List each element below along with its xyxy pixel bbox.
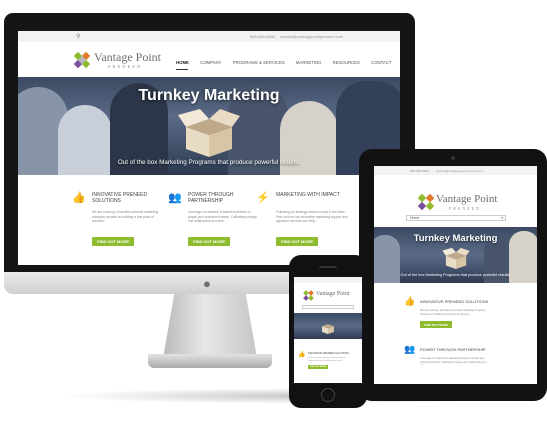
lightning-icon: ⚡ bbox=[256, 192, 270, 204]
logo-mark-icon[interactable] bbox=[417, 193, 435, 211]
tablet-site: 888-888-8888 contact@vantagepointpreneed… bbox=[374, 166, 537, 384]
ipad-camera bbox=[451, 156, 455, 160]
nav-home[interactable]: HOME bbox=[176, 60, 189, 65]
phone-hero bbox=[294, 313, 362, 339]
top-bar: ⚲ 888-888-8888 contact@vantagepointprene… bbox=[18, 31, 400, 42]
logo-tagline: PRENEED bbox=[449, 206, 481, 211]
hero-title: Turnkey Marketing bbox=[138, 87, 280, 104]
phone-site: Vantage Point 👍 INNOVATIVE PRENEED SOLUT… bbox=[294, 277, 362, 383]
imac-foot bbox=[148, 354, 272, 368]
search-icon[interactable]: ⚲ bbox=[76, 33, 80, 40]
find-out-more-button[interactable]: FIND OUT MORE bbox=[420, 321, 452, 328]
feature-text: Following our strategy means money in th… bbox=[276, 210, 348, 224]
phone-number[interactable]: 888-888-8888 bbox=[250, 34, 275, 39]
email-address[interactable]: contact@vantagepointpreneed.com bbox=[280, 34, 343, 39]
nav-contact[interactable]: CONTACT bbox=[371, 60, 391, 65]
feature-text: We are a strong, innovative preneed mark… bbox=[308, 357, 346, 362]
feature-title: INNOVATIVE PRENEED SOLUTIONS bbox=[92, 192, 148, 204]
feature-title: MARKETING WITH IMPACT bbox=[276, 192, 340, 198]
find-out-more-button[interactable]: FIND OUT MORE bbox=[188, 237, 230, 246]
apple-logo-icon: ● bbox=[203, 276, 211, 291]
hero-subtitle: Out of the box Marketing Programs that p… bbox=[117, 159, 301, 166]
nav-active-underline bbox=[176, 69, 188, 70]
imac-stand bbox=[163, 294, 257, 358]
nav-marketing[interactable]: MARKETING bbox=[296, 60, 322, 65]
tablet-hero: Turnkey Marketing Out of the box Marketi… bbox=[374, 227, 537, 283]
logo-text[interactable]: Vantage Point bbox=[436, 193, 497, 205]
nav-select[interactable]: Home ▾ bbox=[406, 215, 506, 221]
phone-number[interactable]: 888-888-8888 bbox=[410, 169, 429, 173]
phone-top-bar bbox=[294, 277, 362, 283]
thumbs-up-icon: 👍 bbox=[298, 352, 306, 358]
hero-banner: Turnkey Marketing Out of the box Marketi… bbox=[18, 77, 400, 175]
nav-company[interactable]: COMPANY bbox=[200, 60, 221, 65]
find-out-more-button[interactable]: FIND OUT MORE bbox=[92, 237, 134, 246]
open-box-icon bbox=[178, 109, 240, 157]
main-nav: HOME COMPANY PROGRAMS & SERVICES MARKETI… bbox=[176, 60, 400, 65]
hero-subtitle: Out of the box Marketing Programs that p… bbox=[400, 273, 511, 277]
features-section: 👍 INNOVATIVE PRENEED SOLUTIONS We are a … bbox=[18, 175, 400, 265]
chevron-down-icon: ▾ bbox=[501, 216, 503, 220]
logo-text[interactable]: Vantage Point bbox=[94, 50, 161, 65]
hero-title: Turnkey Marketing bbox=[413, 233, 498, 244]
find-out-more-button[interactable]: FIND OUT MORE bbox=[308, 365, 328, 369]
feature-title: INNOVATIVE PRENEED SOLUTIONS bbox=[420, 299, 489, 304]
open-box-icon bbox=[322, 324, 334, 334]
feature-title: POWER THROUGH PARTNERSHIP bbox=[420, 347, 486, 352]
logo-mark-icon[interactable] bbox=[303, 290, 314, 301]
iphone-speaker bbox=[319, 266, 337, 268]
find-out-more-button[interactable]: FIND OUT MORE bbox=[276, 237, 318, 246]
people-icon: 👥 bbox=[404, 344, 416, 354]
people-icon: 👥 bbox=[168, 192, 182, 204]
thumbs-up-icon: 👍 bbox=[404, 296, 416, 306]
logo-text[interactable]: Vantage Point bbox=[316, 291, 350, 297]
nav-resources[interactable]: RESOURCES bbox=[333, 60, 360, 65]
logo-mark-icon[interactable] bbox=[73, 51, 91, 69]
nav-select[interactable] bbox=[302, 305, 354, 309]
feature-text: Leverage our network of talented partner… bbox=[188, 210, 257, 224]
open-box-icon bbox=[442, 247, 470, 269]
tablet-top-bar: 888-888-8888 contact@vantagepointpreneed… bbox=[374, 166, 537, 175]
desktop-site: ⚲ 888-888-8888 contact@vantagepointprene… bbox=[18, 31, 400, 265]
feature-text: Leverage our network of talented partner… bbox=[420, 357, 487, 365]
feature-text: We are a strong, innovative preneed mark… bbox=[92, 210, 159, 224]
feature-title: INNOVATIVE PRENEED SOLUTIONS bbox=[308, 352, 349, 355]
email-address[interactable]: contact@vantagepointpreneed.com bbox=[436, 169, 483, 173]
logo-tagline: PRENEED bbox=[108, 64, 143, 69]
nav-programs[interactable]: PROGRAMS & SERVICES bbox=[233, 60, 285, 65]
nav-select-value: Home bbox=[410, 216, 420, 220]
thumbs-up-icon: 👍 bbox=[72, 192, 86, 204]
feature-text: We are a strong, innovative preneed mark… bbox=[420, 309, 486, 316]
header: Vantage Point PRENEED HOME COMPANY PROGR… bbox=[18, 42, 400, 77]
iphone-home-button[interactable] bbox=[321, 388, 335, 402]
